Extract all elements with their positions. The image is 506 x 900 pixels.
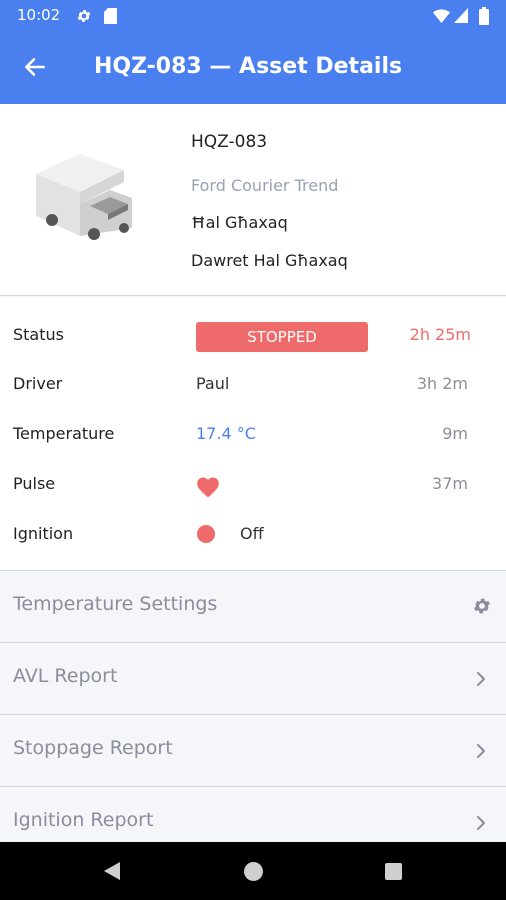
menu-item-label: AVL Report <box>13 665 118 687</box>
menu-stoppage-report[interactable]: Stoppage Report <box>0 715 506 787</box>
driver-row: Driver Paul 3h 2m <box>0 364 506 404</box>
menu-item-label: Ignition Report <box>13 809 154 831</box>
status-bar: 10:02 <box>0 0 506 32</box>
chevron-right-icon <box>477 672 485 686</box>
nav-home-icon[interactable] <box>244 862 263 881</box>
asset-details-list: Status STOPPED 2h 25m Driver Paul 3h 2m … <box>0 297 506 571</box>
asset-summary-card: HQZ-083 Ford Courier Trend Ħal Għaxaq Da… <box>0 104 506 296</box>
ignition-row: Ignition Off <box>0 514 506 554</box>
asset-location-street: Dawret Hal Għaxaq <box>191 251 348 270</box>
app-bar: HQZ-083 — Asset Details <box>0 32 506 104</box>
truck-icon <box>36 154 132 240</box>
page-title: HQZ-083 — Asset Details <box>94 54 403 79</box>
status-label: Status <box>13 325 64 344</box>
driver-duration: 3h 2m <box>416 374 468 393</box>
temperature-value: 17.4 °C <box>196 424 256 443</box>
driver-label: Driver <box>13 374 63 393</box>
status-row: Status STOPPED 2h 25m <box>0 315 506 355</box>
nav-recent-apps-icon[interactable] <box>385 863 402 880</box>
menu-avl-report[interactable]: AVL Report <box>0 643 506 715</box>
status-badge: STOPPED <box>196 322 368 352</box>
chevron-right-icon <box>477 816 485 830</box>
ignition-label: Ignition <box>13 524 74 543</box>
back-arrow-icon[interactable] <box>22 54 48 80</box>
asset-model: Ford Courier Trend <box>191 176 339 195</box>
settings-notification-icon <box>77 10 91 22</box>
wifi-icon <box>433 9 450 23</box>
pulse-duration: 37m <box>432 474 468 493</box>
driver-name: Paul <box>196 374 230 393</box>
asset-code: HQZ-083 <box>191 132 268 152</box>
ignition-value: Off <box>240 524 264 543</box>
temperature-row: Temperature 17.4 °C 9m <box>0 414 506 454</box>
pulse-row: Pulse 37m <box>0 464 506 504</box>
menu-item-label: Temperature Settings <box>13 593 218 615</box>
nav-back-icon[interactable] <box>101 860 123 882</box>
menu-item-label: Stoppage Report <box>13 737 173 759</box>
sd-card-icon <box>104 8 117 24</box>
status-time: 10:02 <box>17 6 61 24</box>
temperature-label: Temperature <box>13 424 115 443</box>
menu-temperature-settings[interactable]: Temperature Settings <box>0 571 506 643</box>
chevron-right-icon <box>477 744 485 758</box>
gear-icon <box>474 598 490 614</box>
status-duration: 2h 25m <box>409 325 471 344</box>
pulse-label: Pulse <box>13 474 56 493</box>
temperature-duration: 9m <box>442 424 468 443</box>
battery-icon <box>479 7 489 25</box>
asset-location-locality: Ħal Għaxaq <box>191 213 288 232</box>
heart-icon <box>197 477 219 498</box>
system-navigation-bar <box>0 842 506 900</box>
signal-icon <box>454 8 468 23</box>
ignition-status-dot-icon <box>197 525 215 543</box>
